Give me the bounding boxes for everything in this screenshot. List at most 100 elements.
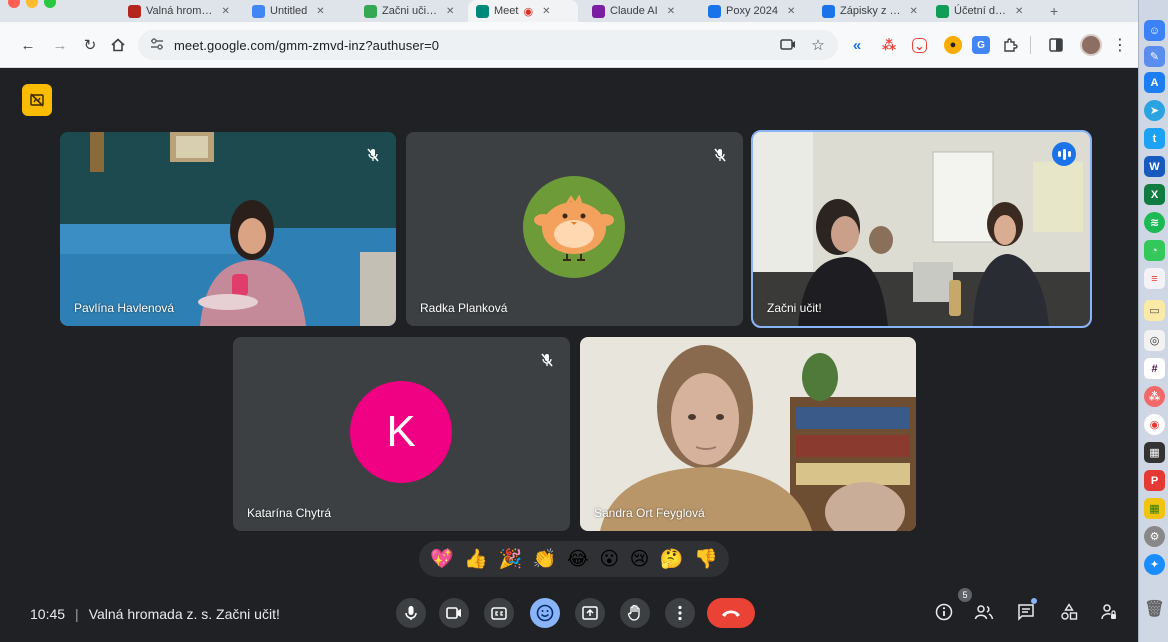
reaction-surprised[interactable]: 😮 bbox=[599, 550, 619, 569]
people-button[interactable] bbox=[972, 600, 996, 624]
close-tab-icon[interactable]: ✕ bbox=[446, 6, 454, 17]
participant-name: Pavlína Havlenová bbox=[74, 301, 175, 315]
reminders-dock-icon[interactable]: ≡ bbox=[1144, 268, 1165, 289]
tab-favicon-icon bbox=[822, 4, 835, 18]
back-icon[interactable]: ← bbox=[18, 35, 38, 55]
participant-name: Sandra Ort Feyglová bbox=[594, 506, 705, 520]
participant-name: Začni učit! bbox=[767, 301, 822, 315]
no-camera-frame-icon bbox=[30, 93, 44, 107]
reaction-party[interactable]: 🎉 bbox=[498, 550, 522, 569]
meeting-details-button[interactable] bbox=[932, 600, 956, 624]
browser-tab-active[interactable]: Meet ◉ ✕ bbox=[468, 0, 578, 22]
close-tab-icon[interactable]: ✕ bbox=[667, 6, 675, 17]
captions-button[interactable] bbox=[484, 598, 514, 628]
reaction-clap[interactable]: 👏 bbox=[533, 550, 557, 569]
chat-icon bbox=[1018, 604, 1034, 621]
browser-tab[interactable]: Účetní d… ✕ bbox=[928, 0, 1036, 22]
settings-dock-icon[interactable]: ⚙ bbox=[1144, 526, 1165, 547]
excel-dock-icon[interactable]: X bbox=[1144, 184, 1165, 205]
extension-icon[interactable]: « bbox=[848, 36, 866, 54]
reaction-thinking[interactable]: 🤔 bbox=[660, 550, 684, 569]
side-panel-icon[interactable] bbox=[1046, 35, 1066, 55]
reload-icon[interactable]: ↻ bbox=[80, 35, 100, 55]
finder-dock-icon[interactable]: ☺ bbox=[1144, 20, 1165, 41]
profile-avatar[interactable] bbox=[1080, 34, 1102, 56]
browser-tab[interactable]: Poxy 2024 ✕ bbox=[700, 0, 808, 22]
notes-dock-icon[interactable]: ✎ bbox=[1144, 46, 1165, 67]
close-tab-icon[interactable]: ✕ bbox=[787, 6, 795, 17]
participant-tile-speaking[interactable]: Začni učit! bbox=[751, 130, 1092, 328]
messages-dock-icon[interactable]: ◔ bbox=[1144, 240, 1165, 261]
telegram-dock-icon[interactable]: ➤ bbox=[1144, 100, 1165, 121]
pdf-dock-icon[interactable]: P bbox=[1144, 470, 1165, 491]
chrome-dock-icon[interactable]: ◉ bbox=[1144, 414, 1165, 435]
speaking-indicator-icon bbox=[1052, 142, 1076, 166]
new-tab-icon[interactable]: + bbox=[1042, 0, 1066, 22]
slack-dock-icon[interactable]: # bbox=[1144, 358, 1165, 379]
close-tab-icon[interactable]: ✕ bbox=[542, 6, 550, 17]
participant-tile[interactable]: Radka Planková bbox=[406, 132, 743, 326]
bookmark-star-icon[interactable]: ☆ bbox=[808, 35, 828, 55]
leave-call-button[interactable] bbox=[707, 598, 755, 628]
close-tab-icon[interactable]: ✕ bbox=[316, 6, 324, 17]
site-info-icon[interactable] bbox=[150, 37, 168, 53]
activities-button[interactable] bbox=[1057, 600, 1081, 624]
send-reaction-button[interactable] bbox=[530, 598, 560, 628]
spotify-dock-icon[interactable]: ≋ bbox=[1144, 212, 1165, 233]
browser-tab[interactable]: Untitled ✕ bbox=[244, 0, 346, 22]
close-tab-icon[interactable]: ✕ bbox=[221, 6, 229, 17]
twitter-dock-icon[interactable]: t bbox=[1144, 128, 1165, 149]
browser-tab[interactable]: Valná hrom… ✕ bbox=[120, 0, 238, 22]
toolbar-divider bbox=[1030, 36, 1031, 54]
more-menu-icon[interactable]: ⋮ bbox=[1110, 35, 1130, 55]
address-bar[interactable]: meet.google.com/gmm-zmvd-inz?authuser=0 bbox=[138, 30, 838, 60]
camera-button[interactable] bbox=[439, 598, 469, 628]
calculator-dock-icon[interactable]: ▦ bbox=[1144, 442, 1165, 463]
forward-icon[interactable]: → bbox=[50, 35, 70, 55]
notes-yellow-dock-icon[interactable]: ▭ bbox=[1144, 300, 1165, 321]
pocket-extension-icon[interactable]: ⌄ bbox=[912, 38, 927, 53]
visual-effects-button[interactable] bbox=[22, 84, 52, 116]
minimize-window-icon[interactable] bbox=[26, 0, 38, 8]
url-text[interactable]: meet.google.com/gmm-zmvd-inz?authuser=0 bbox=[174, 38, 439, 53]
participant-video bbox=[753, 132, 1090, 326]
screenshot-dock-icon[interactable]: ◎ bbox=[1144, 330, 1165, 351]
participant-tile[interactable]: K Katarína Chytrá bbox=[233, 337, 570, 531]
host-controls-button[interactable] bbox=[1097, 600, 1121, 624]
reaction-laugh[interactable]: 😂 bbox=[567, 550, 589, 569]
cast-icon[interactable] bbox=[778, 35, 798, 55]
microphone-button[interactable] bbox=[396, 598, 426, 628]
avatar-initial: K bbox=[386, 407, 416, 456]
extensions-puzzle-icon[interactable] bbox=[1000, 35, 1020, 55]
more-options-button[interactable] bbox=[665, 598, 695, 628]
extension-icon[interactable]: ● bbox=[944, 36, 962, 54]
grid-app-dock-icon[interactable]: ▦ bbox=[1144, 498, 1165, 519]
app-store-dock-icon[interactable]: A bbox=[1144, 72, 1165, 93]
extension-icon[interactable]: ⁂ bbox=[880, 36, 898, 54]
browser-tab[interactable]: Začni uči… ✕ bbox=[356, 0, 462, 22]
browser-tab[interactable]: Zápisky z … ✕ bbox=[814, 0, 924, 22]
browser-tab[interactable]: Claude AI ✕ bbox=[584, 0, 692, 22]
home-icon[interactable] bbox=[108, 35, 128, 55]
raise-hand-button[interactable] bbox=[620, 598, 650, 628]
close-window-icon[interactable] bbox=[8, 0, 20, 8]
reaction-heart[interactable]: 💖 bbox=[430, 550, 454, 569]
participant-tile[interactable]: Sandra Ort Feyglová bbox=[580, 337, 916, 531]
reaction-thumbs-up[interactable]: 👍 bbox=[464, 550, 488, 569]
tab-favicon-icon bbox=[592, 4, 605, 18]
maximize-window-icon[interactable] bbox=[44, 0, 56, 8]
tab-favicon-icon bbox=[128, 4, 141, 18]
trash-dock-icon[interactable]: 🗑 bbox=[1144, 598, 1165, 619]
translate-extension-icon[interactable]: G bbox=[972, 36, 990, 54]
asana-dock-icon[interactable]: ⁂ bbox=[1144, 386, 1165, 407]
screen: Valná hrom… ✕ Untitled ✕ Začni uči… ✕ Me… bbox=[0, 0, 1168, 642]
participant-name: Radka Planková bbox=[420, 301, 508, 315]
safari-dock-icon[interactable]: ✦ bbox=[1144, 554, 1165, 575]
participant-tile[interactable]: Pavlína Havlenová bbox=[60, 132, 396, 326]
present-screen-button[interactable] bbox=[575, 598, 605, 628]
reaction-thumbs-down[interactable]: 👎 bbox=[694, 550, 718, 569]
close-tab-icon[interactable]: ✕ bbox=[1015, 6, 1023, 17]
close-tab-icon[interactable]: ✕ bbox=[910, 6, 918, 17]
word-dock-icon[interactable]: W bbox=[1144, 156, 1165, 177]
reaction-sad[interactable]: 😢 bbox=[630, 550, 650, 569]
